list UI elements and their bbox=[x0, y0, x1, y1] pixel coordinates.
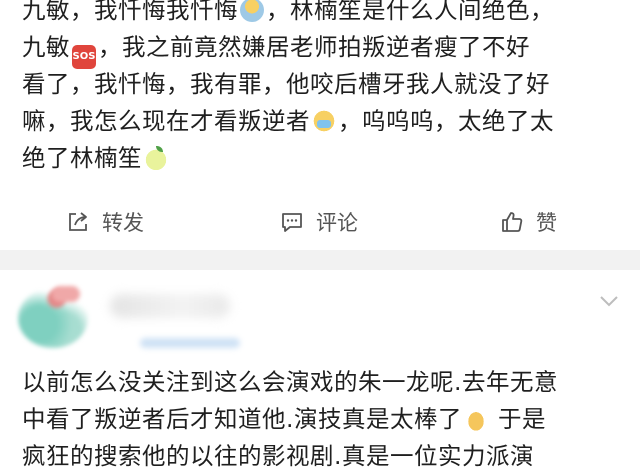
crying-emoji-icon bbox=[312, 109, 336, 133]
chevron-down-icon[interactable] bbox=[598, 294, 620, 308]
comment-line-3: 疯狂的搜索他的以往的影视剧.真是一位实力派演 bbox=[22, 438, 628, 475]
post-line-1-text-a: 九敏，我忏悔我忏悔 bbox=[22, 0, 238, 24]
avatar-badge bbox=[52, 286, 80, 302]
post-line-4-text-b: ，呜呜呜，太绝了太 bbox=[338, 107, 554, 135]
comment-icon bbox=[282, 213, 302, 232]
comment-line-2: 中看了叛逆者后才知道他.演技真是太棒了 于是 bbox=[22, 401, 628, 438]
share-icon bbox=[69, 212, 87, 231]
comment-text: 以前怎么没关注到这么会演戏的朱一龙呢.去年无意 中看了叛逆者后才知道他.演技真是… bbox=[22, 364, 628, 475]
blurred-meta bbox=[140, 338, 240, 348]
post-line-4: 嘛，我怎么现在才看叛逆者 ，呜呜呜，太绝了太 bbox=[22, 103, 628, 140]
post-line-3: 看了，我忏悔，我有罪，他咬后槽牙我人就没了好 bbox=[22, 66, 628, 103]
post-action-bar: 转发 评论 赞 bbox=[0, 200, 640, 246]
thumbs-up-icon bbox=[502, 212, 523, 232]
like-button[interactable]: 赞 bbox=[500, 204, 557, 240]
post-line-4-text-a: 嘛，我怎么现在才看叛逆者 bbox=[22, 107, 310, 135]
comment-line-2-text-a: 中看了叛逆者后才知道他.演技真是太棒了 bbox=[22, 405, 462, 433]
comment-label: 评论 bbox=[316, 211, 358, 235]
post-line-1: 九敏，我忏悔我忏悔 ，林楠笙是什么人间绝色， bbox=[22, 0, 628, 29]
comment-button[interactable]: 评论 bbox=[280, 204, 358, 240]
comment-header bbox=[0, 280, 640, 360]
pear-emoji-icon bbox=[144, 146, 168, 170]
post-line-1-text-b: ，林楠笙是什么人间绝色， bbox=[266, 0, 554, 24]
post-line-5: 绝了林楠笙 bbox=[22, 140, 628, 177]
post-line-3-text: 看了，我忏悔，我有罪，他咬后槽牙我人就没了好 bbox=[22, 70, 550, 98]
comment-line-1-text: 以前怎么没关注到这么会演戏的朱一龙呢.去年无意 bbox=[22, 368, 558, 396]
thumbs-up-emoji-icon bbox=[463, 407, 488, 431]
kneeling-emoji-icon bbox=[240, 0, 264, 22]
post-line-5-text: 绝了林楠笙 bbox=[22, 144, 142, 172]
post-line-2-text-b: ，我之前竟然嫌居老师拍叛逆者瘦了不好 bbox=[98, 33, 530, 61]
comment-line-1: 以前怎么没关注到这么会演戏的朱一龙呢.去年无意 bbox=[22, 364, 628, 401]
post-line-2: 九敏 SOS ，我之前竟然嫌居老师拍叛逆者瘦了不好 bbox=[22, 29, 628, 69]
post-text: 九敏，我忏悔我忏悔 ，林楠笙是什么人间绝色， 九敏 SOS ，我之前竟然嫌居老师拍叛逆… bbox=[22, 0, 628, 177]
post-line-2-text-a: 九敏 bbox=[22, 33, 70, 61]
share-button[interactable]: 转发 bbox=[66, 204, 144, 240]
blurred-username[interactable] bbox=[110, 294, 230, 318]
comment-line-2-text-b: 于是 bbox=[489, 405, 546, 433]
share-label: 转发 bbox=[102, 211, 144, 235]
comment-line-3-text: 疯狂的搜索他的以往的影视剧.真是一位实力派演 bbox=[22, 442, 534, 470]
section-divider bbox=[0, 250, 640, 270]
like-label: 赞 bbox=[536, 211, 557, 235]
